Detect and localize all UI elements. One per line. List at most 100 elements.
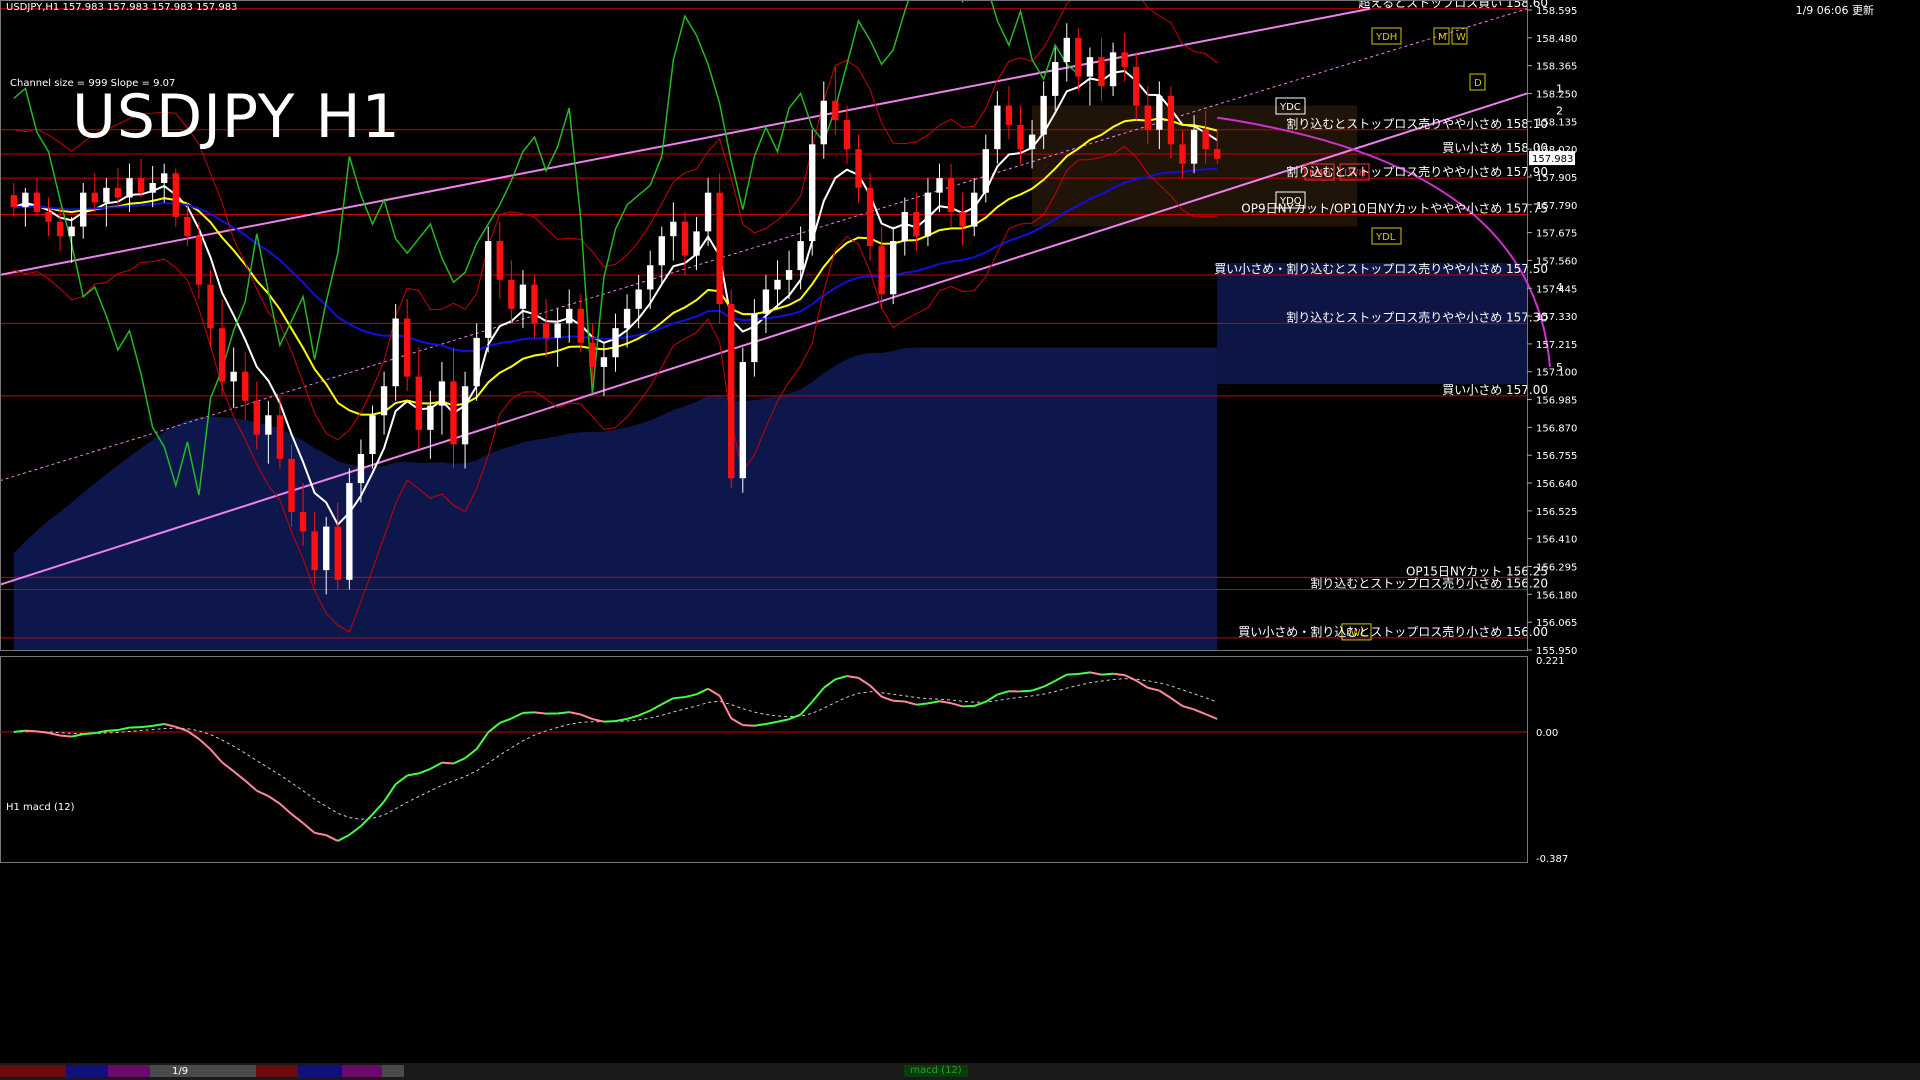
period-segment-current[interactable]: 1/9 [150,1065,256,1077]
candle-bear [577,308,584,343]
candle-bull [982,149,989,193]
candle-bear [1202,129,1209,150]
price-tick-label: 156.755 [1536,451,1577,462]
candle-bear [832,100,839,121]
candle-bull [438,381,446,406]
candle-bull [369,415,376,455]
update-timestamp: 1/9 06:06 更新 [1795,4,1874,17]
candle-bull [797,241,804,271]
chart-window: YDH M W D YDC LMH LWH YDO YDL LWL 超えるとストップロス買い 15… [0,0,1920,1080]
candle-bear [114,187,122,198]
candle-bull [346,483,353,580]
candle-bull [1156,95,1163,130]
macd-segment [140,724,153,729]
macd-segment [557,711,570,715]
candle-bull [936,178,943,193]
candle-bear [1179,144,1186,164]
candle-bear [56,221,64,237]
candle-bear [184,216,191,237]
candle-bull [554,323,561,338]
candle-bull [924,192,932,237]
macd-axis-label: 0.00 [1536,728,1558,739]
price-tick-label: 157.330 [1536,312,1577,323]
candle-bull [357,454,365,484]
candle-bull [901,212,908,242]
candle-bear [947,178,955,213]
macd-segment [893,699,905,703]
macd-segment [742,724,755,727]
candle-bull [161,173,168,184]
candle-bull [1028,134,1036,150]
candle-bear [91,192,98,203]
macd-tab[interactable]: macd (12) [904,1065,968,1077]
candle-bull [485,241,492,338]
candle-bull [149,183,156,193]
price-tick-label: 157.675 [1536,229,1577,240]
level-label: 割り込むとストップロス売りやや小さめ 157.30 [1286,309,1548,324]
period-segment[interactable] [66,1065,108,1077]
candle-bear [1144,105,1151,130]
candle-bear [415,376,422,430]
candle-bull [670,221,677,237]
price-tick-label: 158.135 [1536,117,1577,128]
period-segment[interactable] [256,1065,298,1077]
candle-bull [68,226,75,237]
level-label: 割り込むとストップロス売りやや小さめ 158.10 [1286,116,1548,131]
price-tick-label: 156.410 [1536,535,1577,546]
candle-bull [890,241,897,295]
period-segment[interactable] [382,1065,404,1077]
candle-bear [716,192,723,304]
candle-bull [380,386,388,416]
candle-bull [635,289,642,309]
candle-bear [589,342,596,367]
level-label: 買い小さめ・割り込むとストップロス売りやや小さめ 157.50 [1214,261,1548,276]
price-tick-label: 157.790 [1536,201,1577,212]
candle-bull [566,308,573,324]
level-label: OP9日NYカット/OP10日NYカットややや小さめ 157.75 [1241,201,1548,215]
macd-segment [603,720,616,723]
period-segment[interactable] [0,1065,66,1077]
candle-bull [519,284,527,309]
candle-bull [623,308,631,329]
macd-segment [1101,672,1114,676]
candle-bull [1052,62,1059,96]
period-segment[interactable] [108,1065,150,1077]
chart-title: USDJPY H1 [72,82,401,152]
candle-bull [751,313,758,363]
macd-segment [1112,672,1125,677]
price-tick-label: 156.870 [1536,423,1577,434]
macd-segment [916,702,929,706]
candle-bull [1040,95,1047,135]
candle-bull [392,318,399,387]
candle-bear [1098,57,1105,87]
candle-bull [647,265,654,290]
projection-number: 2 [1556,104,1563,117]
candle-bull [80,192,87,227]
candle-bear [728,303,735,479]
candle-bull [473,337,480,387]
candle-bull [323,526,330,571]
period-segment[interactable] [298,1065,342,1077]
candle-bear [311,531,318,571]
macd-axis-label: -0.387 [1536,854,1568,865]
candle-bear [866,187,874,246]
candle-bull [820,100,827,145]
candle-bear [1075,37,1082,77]
candle-bear [253,400,260,435]
candle-bear [218,328,226,382]
bottom-tab-bar: 1/9 macd (12) [0,1063,1920,1080]
candle-bull [658,236,665,266]
candle-bear [681,221,689,256]
candle-bear [172,173,179,217]
candle-bear [508,279,515,309]
candle-bull [739,362,746,479]
level-label: 割り込むとストップロス売りやや小さめ 157.90 [1286,164,1548,179]
period-segment[interactable] [342,1065,382,1077]
chart-canvas[interactable]: YDH M WDYDCLMH LWHYDOYDLLWL 超えるとストップロス買い 15… [0,0,1920,1080]
level-label: 買い小さめ 157.00 [1442,383,1548,397]
candle-bull [994,105,1001,150]
macd-segment [13,729,26,733]
candle-bull [600,357,608,367]
candle-bull [22,192,29,208]
candle-bear [242,371,249,401]
